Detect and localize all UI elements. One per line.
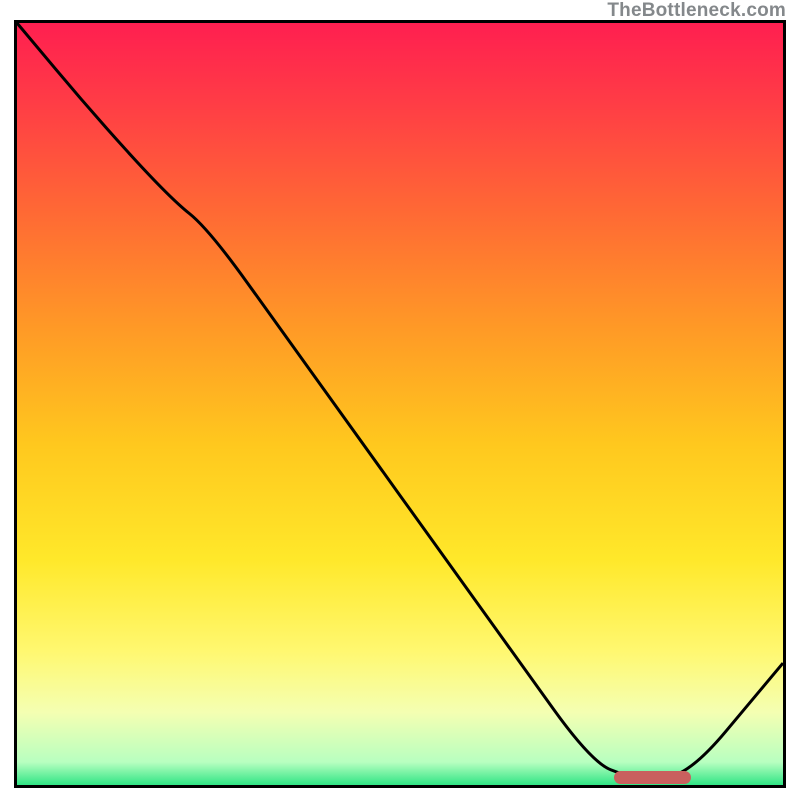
chart-frame <box>14 20 786 788</box>
optimal-range-marker <box>614 771 691 784</box>
curve-line <box>17 23 783 785</box>
watermark-text: TheBottleneck.com <box>607 0 786 22</box>
